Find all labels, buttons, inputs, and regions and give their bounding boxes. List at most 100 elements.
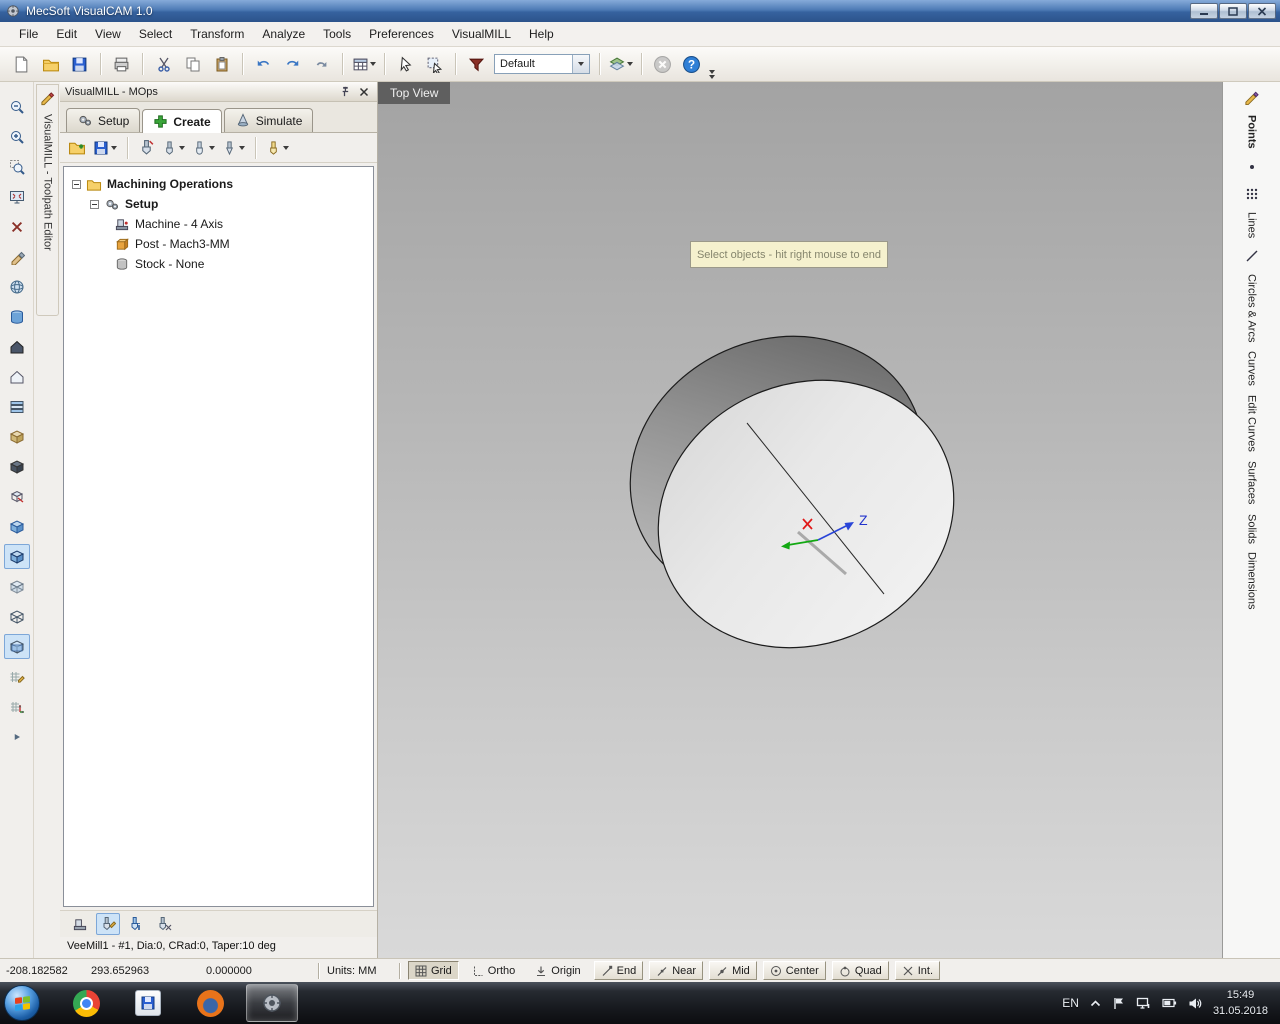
stock-display-icon[interactable]: [4, 304, 30, 329]
iso-view-icon[interactable]: [4, 454, 30, 479]
collapse-icon[interactable]: [90, 199, 99, 209]
tool-flat-icon[interactable]: [160, 136, 187, 160]
taskbar-firefox-icon[interactable]: [184, 984, 236, 1022]
network-icon[interactable]: [1136, 997, 1151, 1010]
tree-row-machine[interactable]: Machine - 4 Axis: [68, 214, 369, 234]
material-combo-dropdown-icon[interactable]: [572, 55, 589, 73]
rotate-view-icon[interactable]: [4, 274, 30, 299]
snap-center-button[interactable]: Center: [762, 961, 826, 980]
menu-analyze[interactable]: Analyze: [253, 23, 314, 45]
taskbar-chrome-icon[interactable]: [60, 984, 112, 1022]
group-label-circles-arcs[interactable]: Circles & Arcs: [1246, 274, 1258, 342]
tree-row-stock[interactable]: Stock - None: [68, 254, 369, 274]
open-icon[interactable]: [37, 51, 64, 77]
edit-grid-icon[interactable]: [4, 664, 30, 689]
close-button[interactable]: [1248, 3, 1276, 19]
group-label-dimensions[interactable]: Dimensions: [1246, 552, 1258, 609]
snap-int-button[interactable]: Int.: [894, 961, 941, 980]
3d-scene[interactable]: Z: [378, 82, 1222, 958]
zoom-window-icon[interactable]: [4, 154, 30, 179]
machine-setup-icon[interactable]: [136, 136, 157, 160]
tool-ball-icon[interactable]: [190, 136, 217, 160]
line-icon[interactable]: [1243, 247, 1261, 265]
language-indicator[interactable]: EN: [1062, 996, 1079, 1010]
menu-select[interactable]: Select: [130, 23, 181, 45]
section-display-icon[interactable]: [3, 634, 30, 659]
action-center-flag-icon[interactable]: [1112, 997, 1125, 1010]
maximize-button[interactable]: [1219, 3, 1247, 19]
snap-grid-button[interactable]: Grid: [408, 961, 459, 980]
zoom-in-icon[interactable]: [4, 124, 30, 149]
right-view-icon[interactable]: [4, 424, 30, 449]
perspective-view-icon[interactable]: [4, 484, 30, 509]
snap-quad-button[interactable]: Quad: [831, 961, 889, 980]
print-icon[interactable]: [108, 51, 135, 77]
new-icon[interactable]: [8, 51, 35, 77]
menu-file[interactable]: File: [10, 23, 47, 45]
panel-close-icon[interactable]: [356, 85, 372, 99]
taskbar-clock[interactable]: 15:49 31.05.2018: [1213, 987, 1268, 1020]
menu-view[interactable]: View: [86, 23, 130, 45]
group-label-edit-curves[interactable]: Edit Curves: [1246, 395, 1258, 452]
menu-help[interactable]: Help: [520, 23, 563, 45]
shaded-edges-display-icon[interactable]: [3, 544, 30, 569]
snap-near-button[interactable]: Near: [649, 961, 704, 980]
layers-icon[interactable]: [607, 51, 634, 77]
snap-ortho-button[interactable]: Ortho: [465, 961, 523, 980]
menu-visualmill[interactable]: VisualMILL: [443, 23, 520, 45]
select-cursor-icon[interactable]: [392, 51, 419, 77]
taskbar-document-icon[interactable]: [122, 984, 174, 1022]
translucent-display-icon[interactable]: [4, 574, 30, 599]
home-view-icon[interactable]: [4, 334, 30, 359]
point-single-icon[interactable]: [1243, 158, 1261, 176]
paste-icon[interactable]: [208, 51, 235, 77]
group-label-surfaces[interactable]: Surfaces: [1246, 461, 1258, 504]
add-folder-icon[interactable]: [66, 136, 88, 160]
snap-mid-button[interactable]: Mid: [709, 961, 757, 980]
tree-row-post[interactable]: Post - Mach3-MM: [68, 234, 369, 254]
material-icon[interactable]: [463, 51, 490, 77]
tool-cut-icon[interactable]: [152, 913, 176, 935]
redo-icon[interactable]: [279, 51, 306, 77]
menu-tools[interactable]: Tools: [314, 23, 360, 45]
top-view-icon[interactable]: [4, 394, 30, 419]
snap-origin-button[interactable]: Origin: [528, 961, 587, 980]
tool-info-icon[interactable]: [124, 913, 148, 935]
undo-icon[interactable]: [250, 51, 277, 77]
pin-icon[interactable]: [336, 85, 352, 99]
grid-settings-icon[interactable]: [350, 51, 377, 77]
machine-status-icon[interactable]: [68, 913, 92, 935]
snap-end-button[interactable]: End: [593, 961, 644, 980]
cut-icon[interactable]: [150, 51, 177, 77]
zoom-previous-icon[interactable]: [4, 214, 30, 239]
grid-axes-icon[interactable]: [4, 694, 30, 719]
pick-window-icon[interactable]: [421, 51, 448, 77]
zoom-extents-icon[interactable]: [4, 184, 30, 209]
tab-setup[interactable]: Setup: [66, 108, 141, 132]
taskbar-visualcam-button[interactable]: [246, 984, 298, 1022]
zoom-out-icon[interactable]: [4, 94, 30, 119]
pan-icon[interactable]: [4, 244, 30, 269]
tool-library-icon[interactable]: [264, 136, 291, 160]
battery-icon[interactable]: [1162, 998, 1177, 1008]
collapse-icon[interactable]: [72, 179, 81, 189]
volume-icon[interactable]: [1188, 997, 1202, 1010]
group-label-points[interactable]: Points: [1246, 115, 1258, 149]
hidden-icons-chevron-icon[interactable]: [1090, 999, 1101, 1008]
wireframe-display-icon[interactable]: [4, 604, 30, 629]
toolbar-overflow-icon[interactable]: [709, 70, 715, 81]
copy-icon[interactable]: [179, 51, 206, 77]
save-mops-icon[interactable]: [91, 136, 119, 160]
minimize-button[interactable]: [1190, 3, 1218, 19]
tab-simulate[interactable]: Simulate: [223, 108, 314, 132]
menu-transform[interactable]: Transform: [181, 23, 253, 45]
front-view-icon[interactable]: [4, 364, 30, 389]
tool-edit-icon[interactable]: [96, 913, 120, 935]
point-grid-icon[interactable]: [1243, 185, 1261, 203]
start-button[interactable]: [4, 985, 40, 1021]
group-label-lines[interactable]: Lines: [1246, 212, 1258, 238]
save-icon[interactable]: [66, 51, 93, 77]
viewport[interactable]: Z Top View Select objects - hit right mo…: [378, 82, 1222, 958]
toolpath-editor-dock-tab[interactable]: VisualMILL - Toolpath Editor: [36, 84, 59, 316]
tree-row-setup[interactable]: Setup: [68, 194, 369, 214]
